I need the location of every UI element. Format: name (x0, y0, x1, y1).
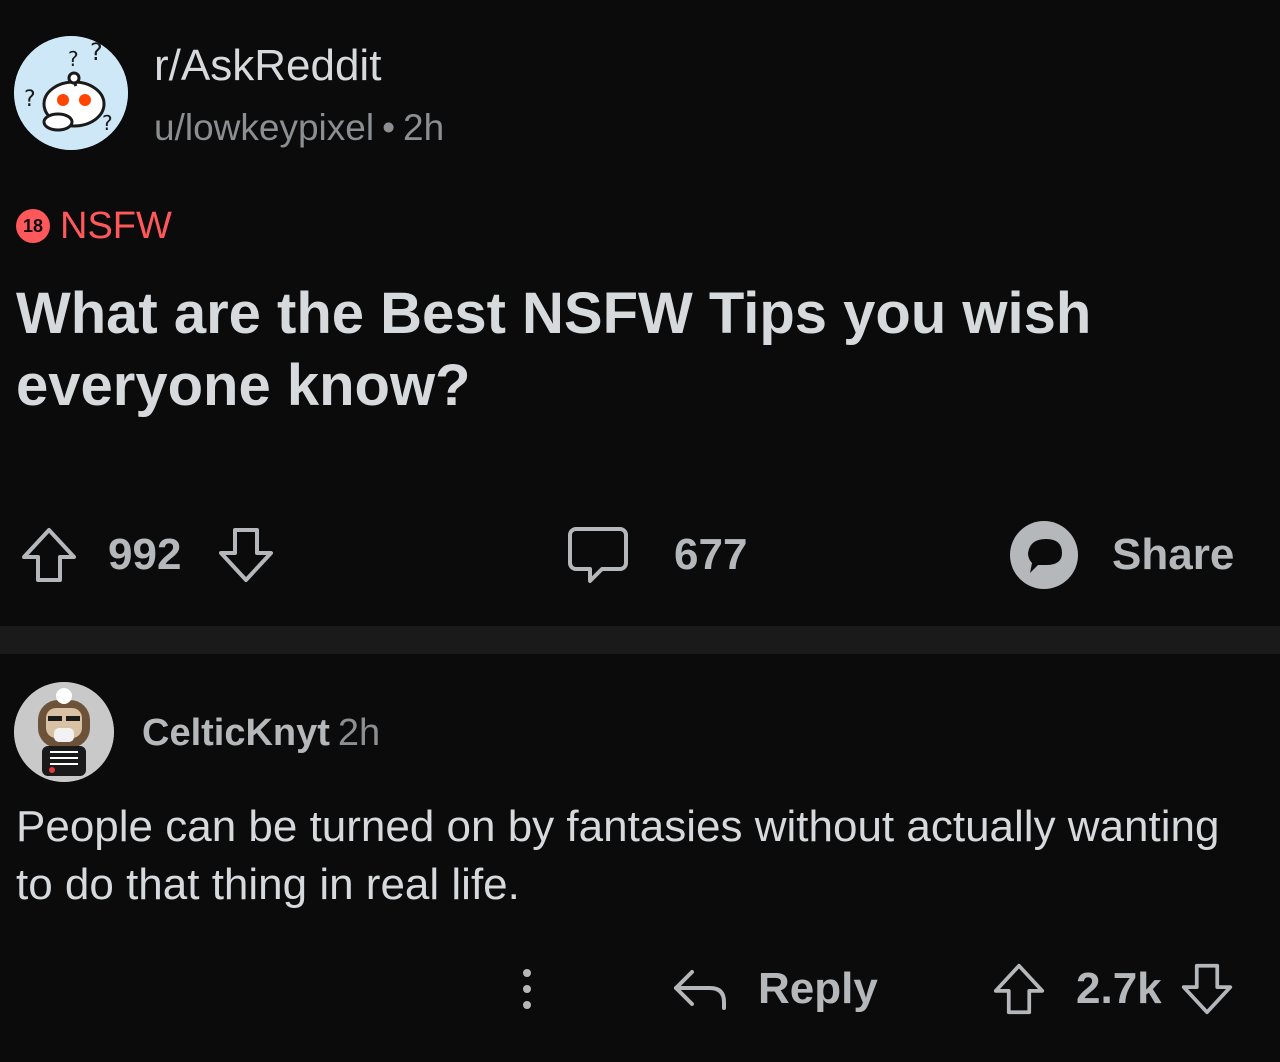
avatar-character-icon (14, 682, 114, 782)
post-vote-count: 992 (108, 530, 182, 579)
section-divider (0, 626, 1280, 654)
post-card: ? ? ? ? r/AskReddit u/lowkeypixel • 2h 18 … (0, 0, 1280, 626)
meta-separator: • (382, 107, 396, 148)
comment-score: 2.7k (1076, 964, 1162, 1013)
subreddit-name[interactable]: r/AskReddit (154, 40, 381, 92)
snoo-question-icon: ? ? ? ? (14, 36, 128, 150)
nsfw-tag: 18 NSFW (16, 204, 172, 248)
share-icon (1010, 521, 1078, 589)
comment-meta: CelticKnyt 2h (142, 710, 380, 756)
upvote-arrow-icon[interactable] (20, 526, 78, 584)
downvote-arrow-icon[interactable] (217, 526, 275, 584)
nsfw-18-icon: 18 (16, 209, 50, 243)
comment-downvote-arrow-icon[interactable] (1180, 961, 1234, 1017)
more-options-button[interactable] (512, 954, 542, 1024)
svg-text:?: ? (102, 111, 113, 135)
comment-age: 2h (337, 712, 381, 754)
comment-vote-bar: 2.7k (992, 954, 1234, 1024)
reply-arrow-icon (674, 970, 726, 1010)
subreddit-avatar[interactable]: ? ? ? ? (14, 36, 128, 150)
kebab-menu-icon (523, 969, 531, 1009)
nsfw-label: NSFW (60, 204, 172, 247)
reply-label: Reply (758, 964, 878, 1013)
comment-card: CelticKnyt 2h People can be turned on by … (0, 654, 1280, 1062)
comment-bubble-icon (568, 527, 628, 583)
post-meta: u/lowkeypixel • 2h (154, 106, 444, 150)
reply-button[interactable]: Reply (672, 954, 878, 1024)
comment-body: People can be turned on by fantasies wit… (16, 802, 1220, 909)
svg-text:?: ? (90, 38, 103, 66)
post-age: 2h (403, 107, 445, 148)
comments-count: 677 (674, 530, 748, 579)
share-label: Share (1112, 530, 1235, 579)
comment-upvote-arrow-icon[interactable] (992, 961, 1046, 1017)
share-button[interactable]: Share (1008, 520, 1234, 590)
commenter-avatar[interactable] (14, 682, 114, 782)
post-title[interactable]: What are the Best NSFW Tips you wish eve… (16, 278, 1236, 422)
post-vote-bar: 992 (20, 520, 275, 590)
svg-text:?: ? (24, 87, 36, 112)
comments-button[interactable]: 677 (566, 520, 747, 590)
comment-author[interactable]: CelticKnyt (142, 712, 330, 754)
svg-text:?: ? (68, 47, 79, 71)
post-author[interactable]: u/lowkeypixel (154, 107, 374, 148)
